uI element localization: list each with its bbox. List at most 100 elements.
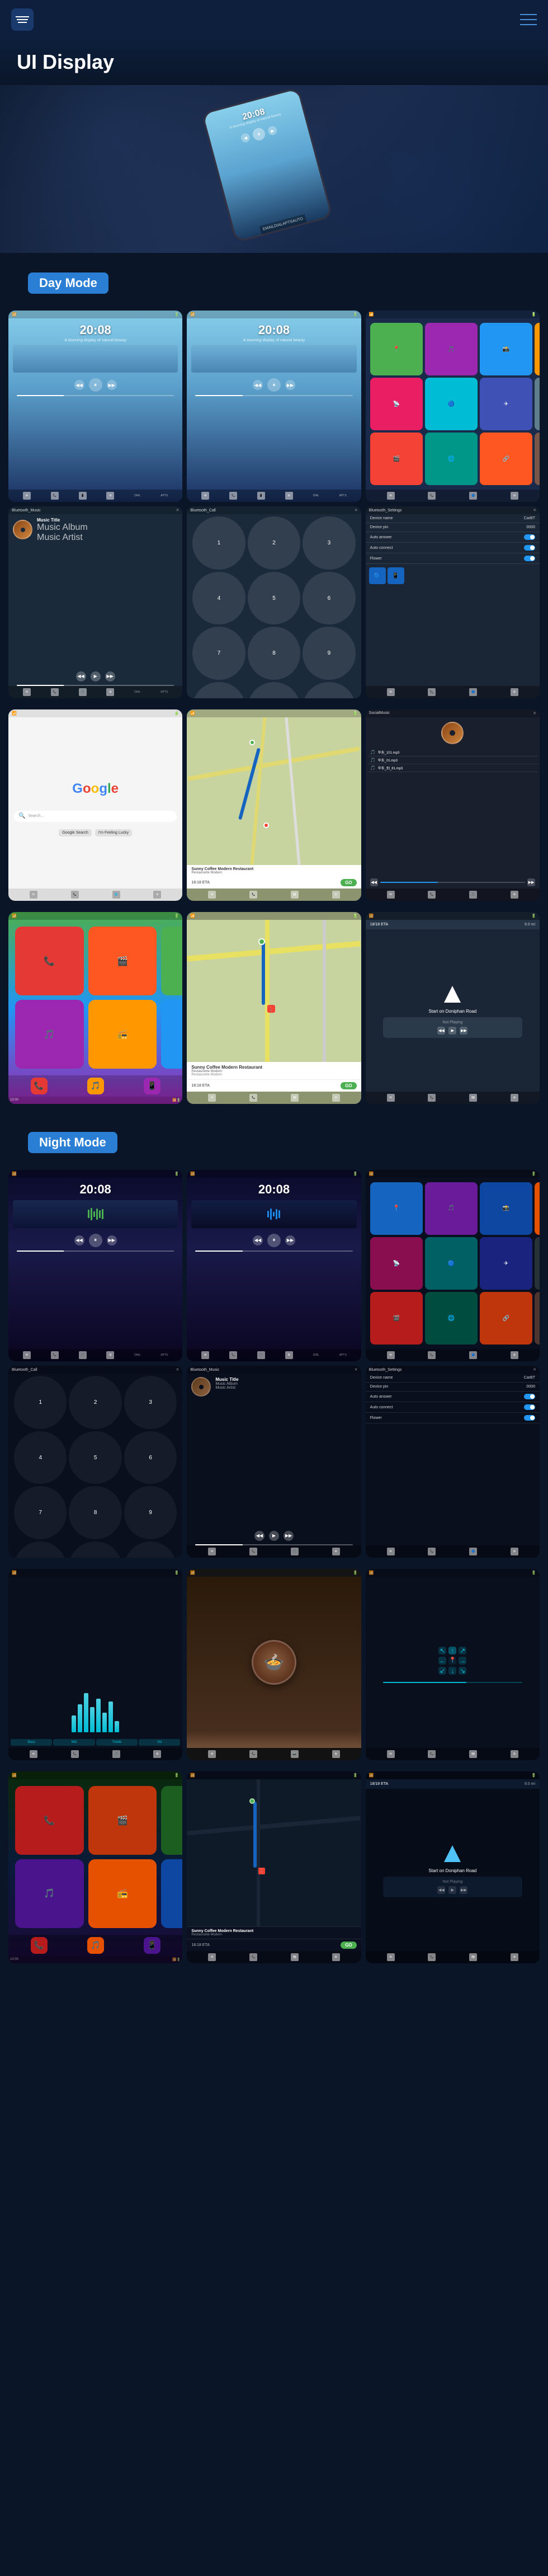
play-btn-2[interactable]: ⏸ xyxy=(267,378,281,392)
apps-bicon-4[interactable]: ⚙ xyxy=(511,492,518,500)
nm-bicon-3[interactable]: 🎵 xyxy=(79,1351,87,1359)
nav-up-left[interactable]: ↖ xyxy=(438,1647,446,1654)
na-11[interactable]: 🔗 xyxy=(480,1292,532,1345)
ndrv-prev[interactable]: ◀◀ xyxy=(437,1886,445,1894)
nd-2[interactable]: 2 xyxy=(69,1376,121,1428)
food-bicon-1[interactable]: ✉ xyxy=(208,1750,216,1758)
app-icon-10[interactable]: 🌐 xyxy=(425,433,478,485)
google-search-bar[interactable]: 🔍 Search... xyxy=(14,811,177,822)
dock-phone[interactable]: 📞 xyxy=(31,1078,48,1094)
bt-next[interactable]: ▶▶ xyxy=(105,671,115,681)
na-7[interactable]: ✈ xyxy=(480,1237,532,1290)
nd-hash[interactable]: # xyxy=(124,1541,177,1558)
nbm-bicon-1[interactable]: ✉ xyxy=(208,1548,216,1555)
night-next-1[interactable]: ▶▶ xyxy=(107,1235,117,1245)
flower-toggle[interactable] xyxy=(524,556,535,561)
nbm-bicon-4[interactable]: ⚙ xyxy=(332,1548,340,1555)
nm2-bicon-1[interactable]: ✉ xyxy=(201,1351,209,1359)
nav-down-right[interactable]: ↘ xyxy=(459,1667,466,1675)
nnm-bicon-4[interactable]: ⚙ xyxy=(332,1953,340,1961)
nbs-fl-toggle[interactable] xyxy=(524,1415,535,1421)
social-bicon-1[interactable]: ✉ xyxy=(387,891,395,899)
nav-left[interactable]: ← xyxy=(438,1657,446,1665)
eq-ctrl-4[interactable]: Vol xyxy=(139,1739,180,1746)
night-play-1[interactable]: ⏸ xyxy=(89,1234,102,1247)
bts-bicon-2[interactable]: 📞 xyxy=(428,688,436,696)
ndrv-next[interactable]: ▶▶ xyxy=(460,1886,467,1894)
nios-6[interactable]: 🎙 xyxy=(161,1859,182,1928)
prev-btn-2[interactable]: ◀◀ xyxy=(253,380,263,390)
dock-music[interactable]: 🎵 xyxy=(87,1078,104,1094)
app-icon-7[interactable]: ✈ xyxy=(480,378,532,430)
nnm-go-btn[interactable]: GO xyxy=(341,1942,356,1949)
app-icon-2[interactable]: 🎵 xyxy=(425,323,478,375)
ios-app-1[interactable]: 📞 xyxy=(15,927,84,995)
night-play-2[interactable]: ⏸ xyxy=(267,1234,281,1247)
apps-bicon-2[interactable]: 📞 xyxy=(428,492,436,500)
nav-bicon-2[interactable]: 📞 xyxy=(249,1094,257,1102)
social-bicon-4[interactable]: ⚙ xyxy=(511,891,518,899)
na-8[interactable]: ⚙ xyxy=(535,1237,540,1290)
app-icon-9[interactable]: 🎬 xyxy=(370,433,423,485)
next-icon[interactable]: ▶ xyxy=(267,125,278,137)
bt-device-icon-2[interactable]: 📱 xyxy=(388,567,404,584)
nbs-bicon-4[interactable]: ⚙ xyxy=(511,1548,518,1555)
nav-go-btn[interactable]: GO xyxy=(341,1082,356,1089)
social-bicon-3[interactable]: 🎵 xyxy=(469,891,477,899)
bicon-21[interactable]: ✉ xyxy=(201,492,209,500)
dial-hash[interactable]: # xyxy=(303,682,355,698)
night-prev-2[interactable]: ◀◀ xyxy=(253,1235,263,1245)
nios-5[interactable]: 📻 xyxy=(88,1859,157,1928)
nav-center[interactable]: 📍 xyxy=(448,1657,456,1665)
bt-device-icon[interactable]: 🔵 xyxy=(369,567,386,584)
eq-bicon-3[interactable]: 🎵 xyxy=(112,1750,120,1758)
na-bicon-2[interactable]: 📞 xyxy=(428,1351,436,1359)
app-icon-4[interactable]: ⚙ xyxy=(535,323,540,375)
play-btn-1[interactable]: ⏸ xyxy=(89,378,102,392)
google-bicon-1[interactable]: ✉ xyxy=(30,891,37,899)
eq-bicon-1[interactable]: ✉ xyxy=(30,1750,37,1758)
na-5[interactable]: 📡 xyxy=(370,1237,423,1290)
bt-bicon-3[interactable]: 🎵 xyxy=(79,688,87,696)
nav-up[interactable]: ↑ xyxy=(448,1647,456,1654)
na-1[interactable]: 📍 xyxy=(370,1182,423,1235)
next-btn-1[interactable]: ▶▶ xyxy=(107,380,117,390)
maps-bicon-3[interactable]: 🗺 xyxy=(291,891,299,899)
nios-1[interactable]: 📞 xyxy=(15,1786,84,1855)
nd-1[interactable]: 1 xyxy=(14,1376,67,1428)
google-bicon-4[interactable]: ⚙ xyxy=(153,891,161,899)
eq-bicon-2[interactable]: 📞 xyxy=(71,1750,79,1758)
bt-bicon-4[interactable]: ⚙ xyxy=(106,688,114,696)
social-bicon-2[interactable]: 📞 xyxy=(428,891,436,899)
ndock-music[interactable]: 🎵 xyxy=(87,1937,104,1954)
app-icon-11[interactable]: 🔗 xyxy=(480,433,532,485)
nnn-bicon-2[interactable]: 📞 xyxy=(428,1750,436,1758)
app-icon-8[interactable]: ⚙ xyxy=(535,378,540,430)
play-icon[interactable]: ⏸ xyxy=(252,126,267,142)
next-btn-2[interactable]: ▶▶ xyxy=(285,380,295,390)
ndrv-bicon-4[interactable]: ⚙ xyxy=(511,1953,518,1961)
ndrv-play[interactable]: ▶ xyxy=(448,1886,456,1894)
nd-9[interactable]: 9 xyxy=(124,1486,177,1539)
nnm-bicon-1[interactable]: ✉ xyxy=(208,1953,216,1961)
nbs-bicon-2[interactable]: 📞 xyxy=(428,1548,436,1555)
bt-prev[interactable]: ◀◀ xyxy=(76,671,86,681)
media-play[interactable]: ▶ xyxy=(448,1027,456,1035)
nbt-next[interactable]: ▶▶ xyxy=(284,1531,294,1541)
auto-answer-toggle[interactable] xyxy=(524,534,535,540)
nnn-bicon-1[interactable]: ✉ xyxy=(387,1750,395,1758)
bts-bicon-4[interactable]: ⚙ xyxy=(511,688,518,696)
na-6[interactable]: 🔵 xyxy=(425,1237,478,1290)
bottom-icon-1[interactable]: ✉ xyxy=(23,492,31,500)
ndock-apps[interactable]: 📱 xyxy=(144,1937,160,1954)
na-10[interactable]: 🌐 xyxy=(425,1292,478,1345)
ndock-phone[interactable]: 📞 xyxy=(31,1937,48,1954)
nbm-bicon-2[interactable]: 📞 xyxy=(249,1548,257,1555)
food-bicon-4[interactable]: ⚙ xyxy=(332,1750,340,1758)
drv-bicon-3[interactable]: 🗺 xyxy=(469,1094,477,1102)
bt-bicon-1[interactable]: ✉ xyxy=(23,688,31,696)
na-2[interactable]: 🎵 xyxy=(425,1182,478,1235)
nbt-play[interactable]: ▶ xyxy=(269,1531,279,1541)
sc-prev[interactable]: ◀◀ xyxy=(370,878,378,886)
bicon-22[interactable]: 📞 xyxy=(229,492,237,500)
